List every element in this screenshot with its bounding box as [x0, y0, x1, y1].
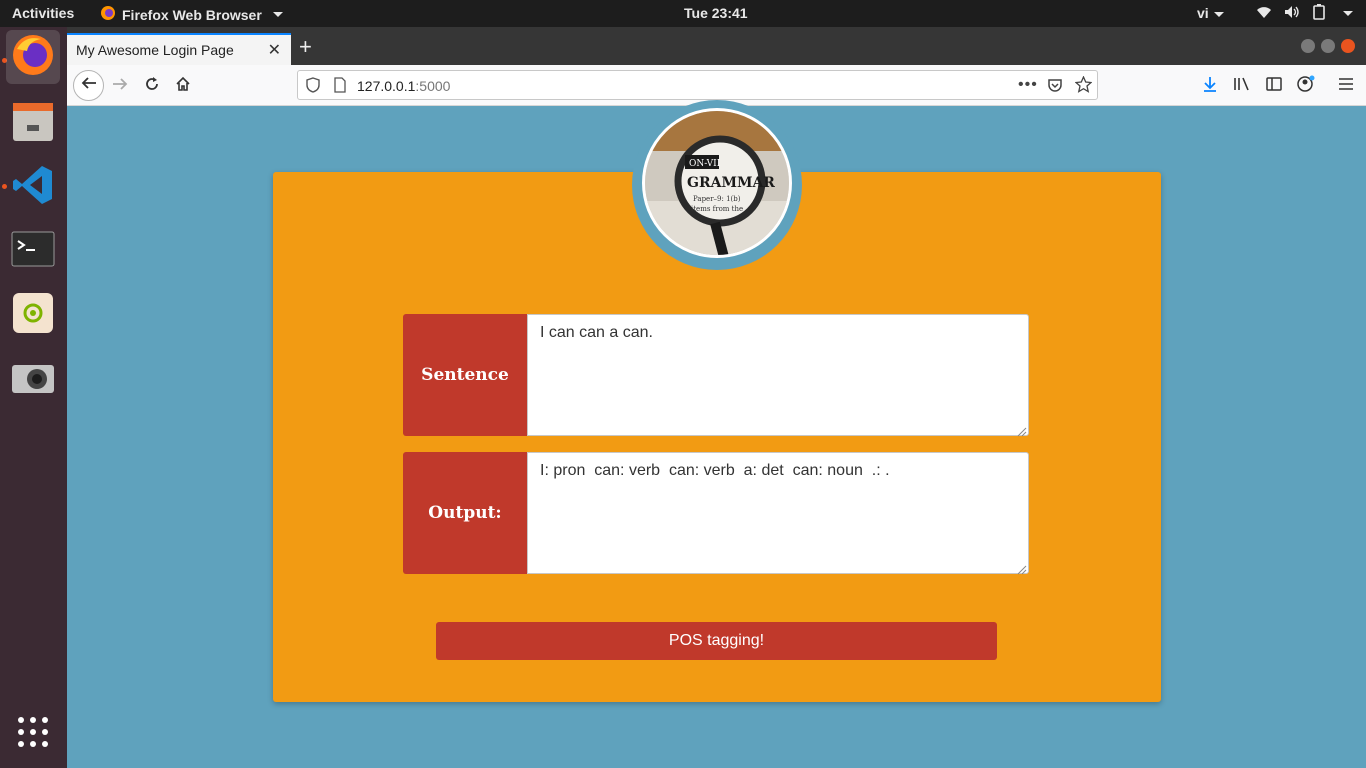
tab-active[interactable]: My Awesome Login Page ✕	[67, 33, 291, 65]
home-icon	[175, 76, 191, 97]
sentence-label: Sentence	[403, 314, 527, 436]
sentence-row: Sentence I can can a can.	[403, 314, 1029, 437]
input-language[interactable]: vi	[1197, 5, 1224, 21]
bookmark-star-icon[interactable]	[1074, 75, 1093, 98]
resize-grip-icon[interactable]	[1017, 562, 1027, 575]
app-menu-label: Firefox Web Browser	[122, 6, 262, 23]
pos-tagging-button[interactable]: POS tagging!	[436, 622, 997, 660]
firefox-icon	[100, 5, 116, 24]
page-actions-icon[interactable]: •••	[1018, 76, 1038, 94]
dock-settings[interactable]	[6, 288, 60, 342]
wifi-icon	[1256, 5, 1272, 22]
svg-text:GRAMMAR: GRAMMAR	[687, 175, 775, 191]
resize-grip-icon[interactable]	[1017, 424, 1027, 437]
hamburger-menu-icon	[1339, 77, 1353, 95]
arrow-left-icon	[81, 75, 97, 96]
maximize-button[interactable]	[1321, 39, 1335, 53]
show-applications-button[interactable]	[6, 707, 60, 761]
battery-icon	[1312, 4, 1326, 23]
system-top-bar: Activities Firefox Web Browser Tue 23:41…	[0, 0, 1366, 27]
arrow-right-icon	[112, 76, 128, 97]
dock-screenshot[interactable]	[6, 352, 60, 406]
output-textarea[interactable]: I: pron can: verb can: verb a: det can: …	[527, 452, 1029, 574]
svg-text:Paper–9: 1(b): Paper–9: 1(b)	[693, 195, 741, 203]
minimize-button[interactable]	[1301, 39, 1315, 53]
menu-button[interactable]	[1333, 73, 1359, 99]
tab-strip: My Awesome Login Page ✕ +	[67, 27, 1366, 65]
reload-icon	[144, 76, 160, 97]
terminal-icon	[11, 231, 55, 272]
pocket-icon[interactable]	[1047, 77, 1063, 98]
url-text[interactable]: 127.0.0.1:5000	[357, 78, 450, 94]
magnifying-glass-grammar-image: ON-VII GRAMMAR Paper–9: 1(b) items from …	[645, 111, 789, 255]
library-icon	[1233, 76, 1251, 97]
input-language-label: vi	[1197, 5, 1209, 21]
sidebar-button[interactable]	[1261, 73, 1287, 99]
activities-button[interactable]: Activities	[12, 5, 74, 21]
chevron-down-icon	[1343, 11, 1353, 16]
sentence-textarea[interactable]: I can can a can.	[527, 314, 1029, 436]
shield-icon[interactable]	[306, 77, 320, 98]
volume-icon	[1284, 5, 1300, 22]
library-button[interactable]	[1229, 73, 1255, 99]
reload-button[interactable]	[139, 73, 165, 99]
url-port: :5000	[415, 78, 451, 94]
firefox-icon	[11, 33, 55, 82]
svg-text:ON-VII: ON-VII	[689, 159, 721, 169]
dock-vscode[interactable]	[6, 160, 60, 214]
close-tab-icon[interactable]: ✕	[268, 40, 281, 60]
system-tray[interactable]	[1256, 4, 1353, 23]
vscode-icon	[12, 164, 54, 211]
account-button[interactable]	[1293, 73, 1319, 99]
sidebar-icon	[1266, 76, 1282, 96]
url-bar[interactable]: 127.0.0.1:5000 •••	[297, 70, 1098, 100]
chevron-down-icon	[1213, 11, 1224, 17]
dock-files[interactable]	[6, 96, 60, 150]
tab-title: My Awesome Login Page	[76, 42, 234, 58]
page-icon[interactable]	[334, 77, 346, 98]
app-grid-icon	[17, 716, 49, 753]
account-icon	[1297, 75, 1315, 98]
files-icon	[12, 99, 54, 148]
new-tab-button[interactable]: +	[299, 34, 312, 60]
chevron-down-icon	[272, 12, 283, 17]
back-button[interactable]	[73, 70, 104, 101]
dock-terminal[interactable]	[6, 224, 60, 278]
app-menu[interactable]: Firefox Web Browser	[100, 5, 283, 24]
clock[interactable]: Tue 23:41	[684, 5, 748, 21]
svg-text:items from the: items from the	[691, 205, 743, 213]
url-host: 127.0.0.1	[357, 78, 416, 94]
settings-icon	[12, 292, 54, 339]
avatar-image: ON-VII GRAMMAR Paper–9: 1(b) items from …	[642, 108, 792, 258]
downloads-button[interactable]	[1197, 73, 1223, 99]
output-row: Output: I: pron can: verb can: verb a: d…	[403, 452, 1029, 575]
camera-icon	[11, 359, 55, 400]
home-button[interactable]	[170, 73, 196, 99]
download-icon	[1202, 76, 1218, 97]
dock	[0, 27, 67, 768]
close-window-button[interactable]	[1341, 39, 1355, 53]
dock-firefox[interactable]	[6, 30, 60, 84]
forward-button[interactable]	[107, 73, 133, 99]
output-label: Output:	[403, 452, 527, 574]
